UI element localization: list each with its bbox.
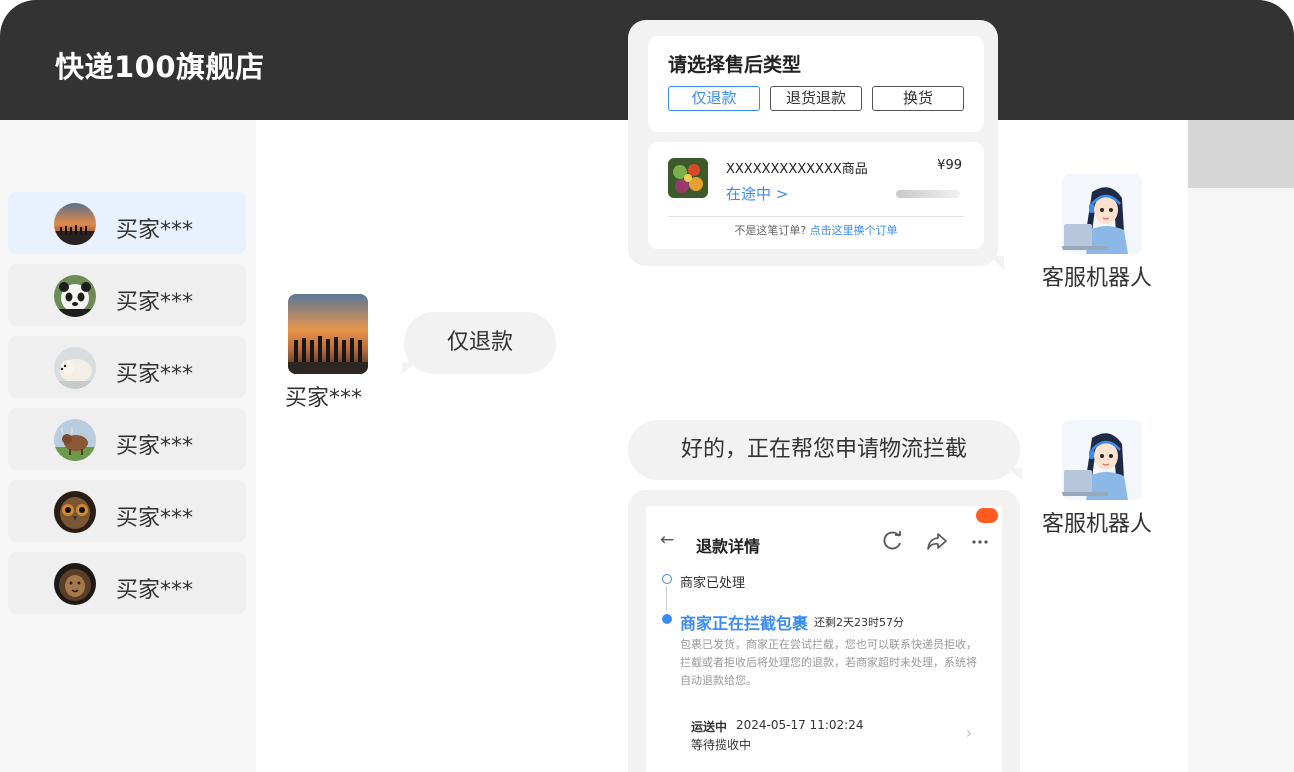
bot-reply-text: 好的，正在帮您申请物流拦截 xyxy=(680,437,967,462)
polar-bear-avatar xyxy=(54,347,96,389)
product-price: ¥99 xyxy=(937,158,962,173)
contact-name: 买家*** xyxy=(116,434,194,459)
timeline-dot xyxy=(662,574,672,584)
order-panel: XXXXXXXXXXXXX商品 ¥99 在途中 > 不是这笔订单? 点击这里换个… xyxy=(648,142,984,249)
buyer-message-text: 仅退款 xyxy=(446,330,513,355)
notification-badge xyxy=(976,508,998,523)
bubble-tail xyxy=(990,256,1004,270)
change-order-question: 不是这笔订单? xyxy=(734,224,807,237)
contact-item[interactable]: 买家*** xyxy=(8,408,246,470)
contact-sidebar: 买家*** 买家*** 买家*** 买家*** 买家*** 买家*** xyxy=(0,120,256,772)
shipping-status: 运送中 xyxy=(691,720,728,734)
timeline-dot-active xyxy=(662,614,672,624)
contact-item[interactable]: 买家*** xyxy=(8,480,246,542)
more-icon[interactable] xyxy=(970,528,992,554)
refund-detail-title: 退款详情 xyxy=(696,537,761,556)
panda-avatar xyxy=(54,275,96,317)
buyer-message-bubble: 仅退款 xyxy=(404,312,556,374)
step-intercepting: 商家正在拦截包裹 xyxy=(680,614,809,633)
chevron-right-icon[interactable]: › xyxy=(966,724,972,742)
aftersale-type-title: 请选择售后类型 xyxy=(668,54,802,76)
timeline-line xyxy=(666,586,667,610)
refresh-icon[interactable] xyxy=(882,530,904,556)
chat-scrollbar-thumb[interactable] xyxy=(1188,120,1294,188)
intercept-description: 包裹已发货，商家正在尝试拦截，您也可以联系快递员拒收，拦截或者拒收后将处理您的退… xyxy=(680,638,977,687)
contact-item[interactable]: 买家*** xyxy=(8,192,246,254)
remaining-time: 还剩2天23时57分 xyxy=(814,616,904,629)
bot-avatar xyxy=(1062,174,1142,254)
aftersale-type-panel: 请选择售后类型 仅退款 退货退款 换货 xyxy=(648,36,984,132)
bubble-tail xyxy=(402,362,416,374)
yak-avatar xyxy=(54,419,96,461)
refund-detail-screenshot: ← 退款详情 商家已处理 商家正在拦截包裹 还剩2天23时57分 包裹已发货，商… xyxy=(646,506,1002,772)
contact-name: 买家*** xyxy=(116,290,194,315)
divider xyxy=(668,216,964,217)
lion-avatar xyxy=(54,563,96,605)
contact-name: 买家*** xyxy=(116,218,194,243)
option-return-refund[interactable]: 退货退款 xyxy=(770,86,862,111)
shipping-note: 等待揽收中 xyxy=(691,738,752,752)
contact-item[interactable]: 买家*** xyxy=(8,336,246,398)
bot-name: 客服机器人 xyxy=(1042,512,1153,537)
back-arrow-icon[interactable]: ← xyxy=(660,530,674,550)
owl-avatar xyxy=(54,491,96,533)
step-merchant-processed: 商家已处理 xyxy=(680,576,746,591)
refund-detail-card: ← 退款详情 商家已处理 商家正在拦截包裹 还剩2天23时57分 包裹已发货，商… xyxy=(628,490,1020,772)
contact-item[interactable]: 买家*** xyxy=(8,264,246,326)
bot-name: 客服机器人 xyxy=(1042,266,1153,291)
buyer-avatar xyxy=(288,294,368,374)
contact-name: 买家*** xyxy=(116,362,194,387)
bot-reply-bubble: 好的，正在帮您申请物流拦截 xyxy=(628,420,1020,480)
contact-item[interactable]: 买家*** xyxy=(8,552,246,614)
contact-name: 买家*** xyxy=(116,578,194,603)
change-order-hint: 不是这笔订单? 点击这里换个订单 xyxy=(648,222,984,238)
option-exchange[interactable]: 换货 xyxy=(872,86,964,111)
bubble-tail xyxy=(1008,468,1022,480)
store-title: 快递100旗舰店 xyxy=(55,50,265,84)
product-image xyxy=(668,158,708,198)
product-name: XXXXXXXXXXXXX商品 xyxy=(726,162,868,177)
progress-placeholder xyxy=(896,190,960,198)
change-order-link[interactable]: 点击这里换个订单 xyxy=(810,224,898,237)
contact-name: 买家*** xyxy=(116,506,194,531)
chat-scrollbar[interactable] xyxy=(1188,120,1294,772)
option-refund-only[interactable]: 仅退款 xyxy=(668,86,760,111)
sunset-group-avatar xyxy=(54,203,96,245)
bot-avatar xyxy=(1062,420,1142,500)
order-status-link[interactable]: 在途中 > xyxy=(726,183,788,204)
app-window: 快递100旗舰店 买家*** 买家*** 买家*** 买家*** 买家*** 买… xyxy=(0,0,1294,772)
share-icon[interactable] xyxy=(926,530,948,556)
shipping-time: 2024-05-17 11:02:24 xyxy=(736,718,864,732)
buyer-name: 买家*** xyxy=(285,386,363,411)
aftersale-type-card: 请选择售后类型 仅退款 退货退款 换货 XXXXXXXXXXXXX商品 ¥99 … xyxy=(628,20,1004,270)
